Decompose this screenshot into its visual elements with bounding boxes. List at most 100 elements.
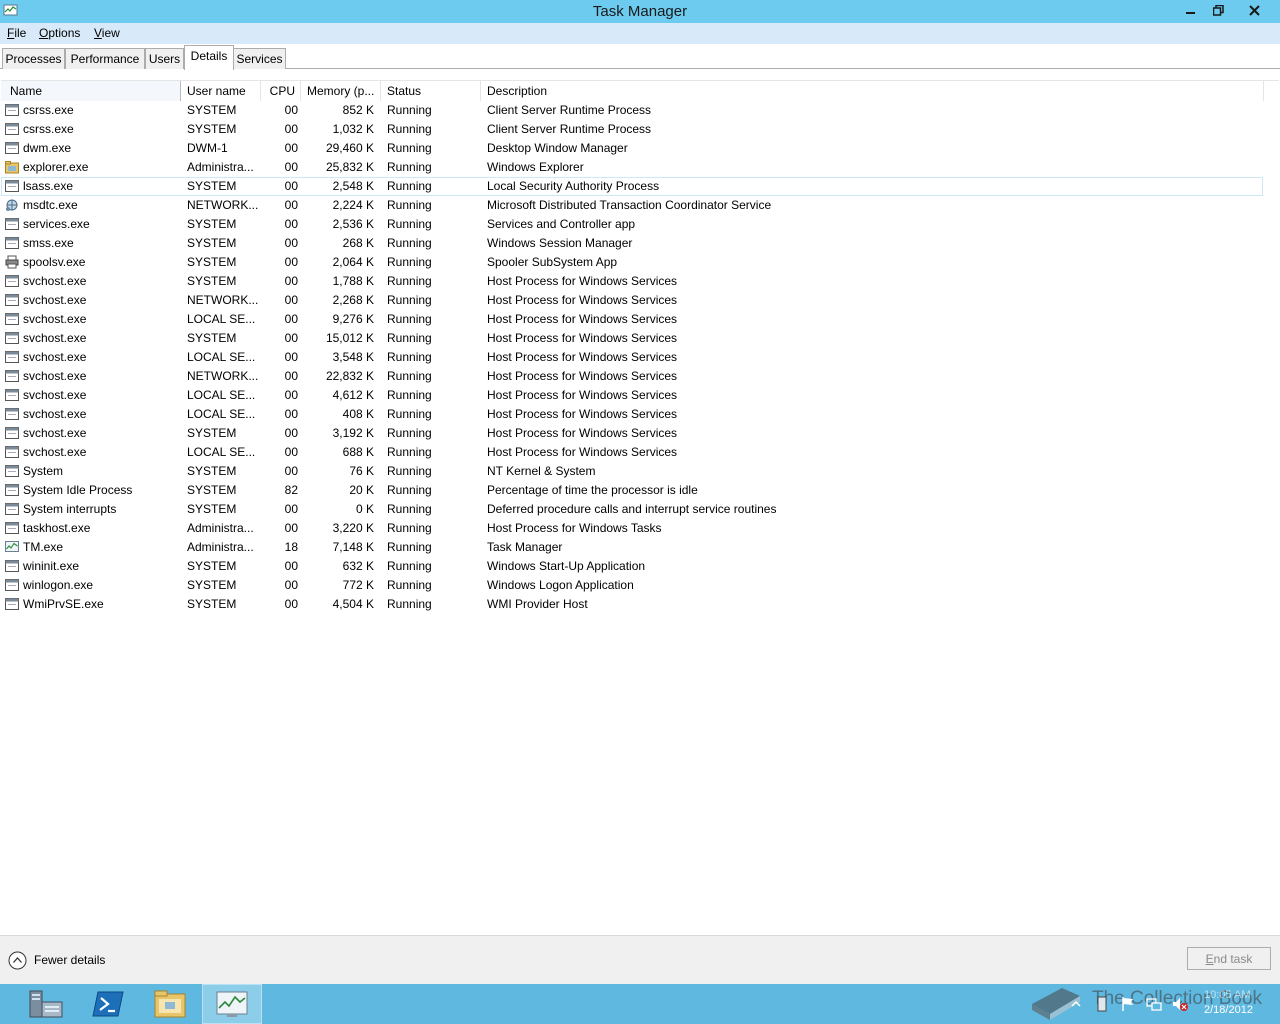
- process-cpu: 00: [284, 407, 298, 421]
- process-memory: 7,148 K: [332, 540, 374, 554]
- column-header-name[interactable]: Name: [1, 81, 181, 101]
- powershell-icon: [92, 991, 124, 1017]
- process-window-icon: [5, 312, 19, 326]
- show-hidden-icons-icon[interactable]: [1068, 996, 1084, 1012]
- table-row[interactable]: csrss.exe SYSTEM 00 852 K Running Client Serv…: [1, 101, 1263, 120]
- menu-file[interactable]: File: [7, 26, 26, 40]
- end-task-rest: nd task: [1213, 952, 1253, 966]
- volume-muted-icon[interactable]: [1172, 996, 1188, 1012]
- restore-button[interactable]: [1204, 0, 1232, 20]
- network-icon[interactable]: [1146, 996, 1162, 1012]
- tab-services[interactable]: Services: [233, 48, 286, 69]
- column-header-description[interactable]: Description: [481, 81, 1264, 101]
- table-row[interactable]: smss.exe SYSTEM 00 268 K Running Windows Sess…: [1, 234, 1263, 253]
- process-window-icon: [5, 293, 19, 307]
- tab-processes[interactable]: Processes: [2, 48, 65, 69]
- process-user: Administra...: [187, 521, 254, 535]
- process-name: svchost.exe: [23, 407, 87, 421]
- process-description: Host Process for Windows Services: [487, 445, 678, 459]
- menu-options-key: O: [39, 26, 49, 40]
- process-description: Host Process for Windows Services: [487, 388, 678, 402]
- process-name: svchost.exe: [23, 350, 87, 364]
- process-description: Microsoft Distributed Transaction Coordi…: [487, 198, 772, 212]
- server-tray-icon[interactable]: [1094, 996, 1110, 1012]
- table-row[interactable]: spoolsv.exe SYSTEM 00 2,064 K Running Spooler…: [1, 253, 1263, 272]
- process-name: TM.exe: [23, 540, 64, 554]
- process-cpu: 00: [284, 122, 298, 136]
- column-header-user[interactable]: User name: [181, 81, 261, 101]
- table-row[interactable]: svchost.exe LOCAL SE... 00 408 K Running Host…: [1, 405, 1263, 424]
- taskbar-task-manager[interactable]: [202, 984, 262, 1024]
- clock-date[interactable]: 2/18/2012: [1204, 1004, 1253, 1016]
- process-window-icon: [5, 464, 19, 478]
- process-description: Task Manager: [487, 540, 563, 554]
- table-row[interactable]: lsass.exe SYSTEM 00 2,548 K Running Local Sec…: [1, 177, 1263, 196]
- process-description: Host Process for Windows Tasks: [487, 521, 662, 535]
- taskbar-server-manager[interactable]: [16, 984, 76, 1024]
- column-header-cpu[interactable]: CPU: [261, 81, 301, 101]
- process-description: Host Process for Windows Services: [487, 369, 678, 383]
- table-row[interactable]: svchost.exe SYSTEM 00 1,788 K Running Host Pr…: [1, 272, 1263, 291]
- table-row[interactable]: winlogon.exe SYSTEM 00 772 K Running Windows …: [1, 576, 1263, 595]
- process-name: winlogon.exe: [23, 578, 94, 592]
- process-description: Host Process for Windows Services: [487, 426, 678, 440]
- table-row[interactable]: svchost.exe LOCAL SE... 00 4,612 K Running Ho…: [1, 386, 1263, 405]
- process-window-icon: [5, 350, 19, 364]
- table-row[interactable]: svchost.exe NETWORK... 00 2,268 K Running Hos…: [1, 291, 1263, 310]
- table-row[interactable]: svchost.exe NETWORK... 00 22,832 K Running Ho…: [1, 367, 1263, 386]
- table-row[interactable]: svchost.exe LOCAL SE... 00 9,276 K Running Ho…: [1, 310, 1263, 329]
- tab-users[interactable]: Users: [145, 48, 184, 69]
- table-row[interactable]: svchost.exe LOCAL SE... 00 688 K Running Host…: [1, 443, 1263, 462]
- column-header-status[interactable]: Status: [381, 81, 481, 101]
- table-row[interactable]: System Idle Process SYSTEM 82 20 K Running Pe…: [1, 481, 1263, 500]
- process-name: System: [23, 464, 64, 478]
- taskbar: The Collection Book 10:05 AM 2/18/2012: [0, 984, 1280, 1024]
- title-bar[interactable]: Task Manager: [0, 0, 1280, 23]
- process-memory: 25,832 K: [325, 160, 374, 174]
- details-grid[interactable]: Name User name CPU Memory (p... Status D…: [1, 80, 1279, 935]
- process-memory: 772 K: [342, 578, 374, 592]
- process-status: Running: [387, 312, 432, 326]
- table-row[interactable]: WmiPrvSE.exe SYSTEM 00 4,504 K Running WMI Pr…: [1, 595, 1263, 614]
- table-row[interactable]: System SYSTEM 00 76 K Running NT Kernel & Sys…: [1, 462, 1263, 481]
- table-row[interactable]: taskhost.exe Administra... 00 3,220 K Runnin…: [1, 519, 1263, 538]
- clock-time[interactable]: 10:05 AM: [1204, 989, 1250, 1001]
- flag-icon[interactable]: [1120, 996, 1136, 1012]
- close-button[interactable]: [1231, 0, 1278, 20]
- table-row[interactable]: msdtc.exe NETWORK... 00 2,224 K Running Micro…: [1, 196, 1263, 215]
- taskbar-file-explorer[interactable]: [140, 984, 200, 1024]
- process-name: lsass.exe: [23, 179, 74, 193]
- table-row[interactable]: svchost.exe SYSTEM 00 3,192 K Running Host Pr…: [1, 424, 1263, 443]
- process-description: NT Kernel & System: [487, 464, 596, 478]
- process-status: Running: [387, 293, 432, 307]
- table-row[interactable]: svchost.exe LOCAL SE... 00 3,548 K Running Ho…: [1, 348, 1263, 367]
- menu-view[interactable]: View: [94, 26, 120, 40]
- table-row[interactable]: dwm.exe DWM-1 00 29,460 K Running Desktop Win…: [1, 139, 1263, 158]
- process-status: Running: [387, 426, 432, 440]
- end-task-button[interactable]: End task: [1187, 947, 1271, 970]
- process-window-icon: [5, 597, 19, 611]
- table-row[interactable]: services.exe SYSTEM 00 2,536 K Running Servic…: [1, 215, 1263, 234]
- table-row[interactable]: csrss.exe SYSTEM 00 1,032 K Running Client Se…: [1, 120, 1263, 139]
- process-memory: 408 K: [342, 407, 374, 421]
- process-memory: 29,460 K: [325, 141, 374, 155]
- process-memory: 2,064 K: [332, 255, 374, 269]
- table-row[interactable]: svchost.exe SYSTEM 00 15,012 K Running Host P…: [1, 329, 1263, 348]
- fewer-details-link[interactable]: Fewer details: [34, 953, 105, 967]
- table-row[interactable]: TM.exe Administra... 18 7,148 K Running Task …: [1, 538, 1263, 557]
- process-cpu: 00: [284, 255, 298, 269]
- chevron-up-icon[interactable]: [8, 951, 27, 970]
- table-row[interactable]: explorer.exe Administra... 00 25,832 K Runni…: [1, 158, 1263, 177]
- process-status: Running: [387, 559, 432, 573]
- process-name: spoolsv.exe: [23, 255, 86, 269]
- process-status: Running: [387, 331, 432, 345]
- taskbar-powershell[interactable]: [78, 984, 138, 1024]
- table-row[interactable]: System interrupts SYSTEM 00 0 K Running Defer…: [1, 500, 1263, 519]
- process-cpu: 82: [284, 483, 298, 497]
- minimize-button[interactable]: [1177, 0, 1205, 20]
- column-header-memory[interactable]: Memory (p...: [301, 81, 381, 101]
- tab-details[interactable]: Details: [184, 45, 234, 70]
- menu-options[interactable]: Options: [39, 26, 80, 40]
- tab-performance[interactable]: Performance: [65, 48, 145, 69]
- table-row[interactable]: wininit.exe SYSTEM 00 632 K Running Windows S…: [1, 557, 1263, 576]
